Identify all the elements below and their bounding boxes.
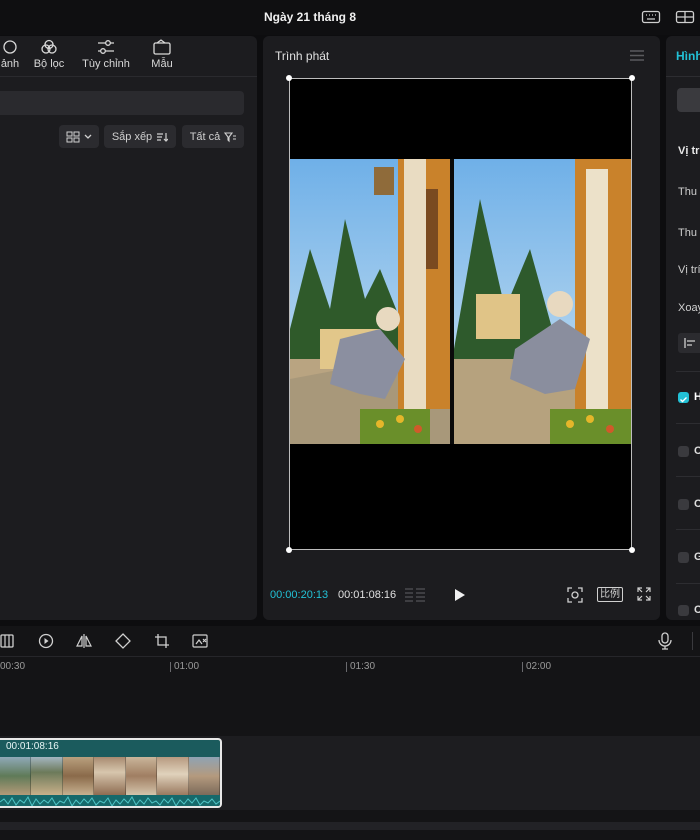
align-left-icon [684, 338, 695, 348]
position-label: Vị trí [678, 264, 700, 276]
video-frame-image [290, 159, 631, 444]
timeline-scrollbar[interactable] [0, 822, 700, 830]
fullscreen-icon[interactable] [637, 587, 651, 601]
audio-waveform [0, 795, 220, 806]
checkbox-label: C [694, 445, 700, 457]
preview-canvas[interactable] [286, 75, 635, 553]
filter-all-button[interactable]: Tất cả [182, 125, 244, 148]
video-clip[interactable]: 00:01:08:16 [0, 738, 222, 808]
checkbox-checked[interactable] [678, 392, 689, 403]
chevron-down-icon [84, 134, 92, 139]
tool-template-label: Mẫu [151, 58, 173, 70]
resize-handle[interactable] [629, 547, 635, 553]
template-icon [153, 39, 171, 55]
clip-thumbnail [188, 757, 220, 795]
tool-adjust[interactable]: Tùy chỉnh [78, 39, 134, 70]
microphone-icon[interactable] [658, 632, 672, 650]
check-icon [680, 397, 687, 403]
clip-thumbnail [125, 757, 158, 795]
ruler-label: 02:00 [526, 661, 552, 672]
menu-icon[interactable] [630, 50, 644, 61]
properties-panel: Hình Vị trí Thu Thu Vị trí Xoay H C C G … [666, 36, 700, 620]
divider [676, 583, 700, 584]
checkbox[interactable] [678, 552, 689, 563]
tab-image[interactable]: Hình [676, 49, 700, 63]
align-button[interactable] [678, 333, 700, 353]
tool-filter-label: Bộ lọc [33, 58, 65, 70]
divider [676, 371, 700, 372]
filter-circles-icon [41, 39, 57, 54]
resize-handle[interactable] [286, 75, 292, 81]
speed-icon[interactable] [38, 633, 54, 649]
filter-funnel-icon [224, 131, 237, 142]
crop-icon[interactable] [154, 633, 170, 649]
checkbox-label: H [694, 391, 700, 403]
divider [676, 476, 700, 477]
resize-handle[interactable] [286, 547, 292, 553]
timeline-toolbar [0, 626, 700, 656]
clip-thumbnail [31, 757, 63, 795]
ruler-tick [170, 662, 171, 672]
sliders-icon [98, 40, 114, 54]
preset-button[interactable] [677, 88, 700, 112]
sort-icon [157, 132, 169, 142]
checkbox[interactable] [678, 605, 689, 616]
search-input[interactable] [0, 91, 244, 115]
clip-thumbnail [0, 757, 32, 795]
title-bar: Ngày 21 tháng 8 [0, 0, 700, 35]
divider [666, 76, 700, 77]
media-toolbar: ảnh Bộ lọc Tùy chỉnh Mẫu [0, 36, 257, 77]
rotate-label: Xoay [678, 302, 700, 314]
divider [692, 632, 693, 650]
clip-thumbnail [94, 757, 126, 795]
tool-adjust-label: Tùy chỉnh [82, 58, 130, 70]
current-time: 00:00:20:13 [270, 589, 329, 601]
play-icon[interactable] [454, 588, 466, 602]
mirror-icon[interactable] [76, 633, 92, 649]
scale-label-2: Thu [678, 227, 697, 239]
adjust-image-icon [3, 40, 17, 54]
checkbox-label: C [694, 604, 700, 616]
clip-duration: 00:01:08:16 [6, 741, 59, 752]
view-toggle-button[interactable] [59, 125, 99, 148]
ruler-label: 01:30 [350, 661, 376, 672]
checkbox-label: G [694, 551, 700, 563]
checkbox-label: C [694, 498, 700, 510]
media-panel: ảnh Bộ lọc Tùy chỉnh Mẫu Sắp xếp Tất cả [0, 36, 257, 620]
window-title: Ngày 21 tháng 8 [263, 10, 357, 24]
resize-handle[interactable] [629, 75, 635, 81]
filter-all-label: Tất cả [189, 130, 221, 143]
sort-button[interactable]: Sắp xếp [104, 125, 176, 148]
grid-icon [66, 131, 80, 142]
divider [676, 529, 700, 530]
layout-icon[interactable] [675, 10, 695, 24]
fit-view-icon[interactable] [567, 587, 583, 603]
checkbox[interactable] [678, 446, 689, 457]
keyboard-icon[interactable] [641, 10, 661, 24]
rotate-icon[interactable] [115, 633, 131, 649]
sort-label: Sắp xếp [111, 130, 153, 143]
position-section-header: Vị trí [678, 145, 700, 157]
timeline-ruler[interactable]: 00:30 01:00 01:30 02:00 [0, 656, 700, 676]
clip-thumbnails [0, 757, 220, 795]
tool-filter[interactable]: Bộ lọc [27, 39, 71, 70]
clip-thumbnail [62, 757, 95, 795]
remove-background-icon[interactable] [192, 633, 210, 649]
ruler-label: 01:00 [174, 661, 200, 672]
player-title: Trình phát [275, 49, 330, 63]
ruler-tick [522, 662, 523, 672]
ruler-label: 00:30 [0, 661, 26, 672]
scale-label: Thu [678, 186, 697, 198]
ruler-tick [346, 662, 347, 672]
freeze-frame-icon[interactable] [0, 634, 14, 648]
aspect-ratio-button[interactable]: 比例 [597, 587, 623, 602]
clip-thumbnail [157, 757, 189, 795]
tool-template[interactable]: Mẫu [142, 39, 182, 70]
divider [676, 423, 700, 424]
total-time: 00:01:08:16 [338, 589, 397, 601]
timecode-list-icon[interactable] [404, 587, 426, 602]
player-panel: Trình phát 00:00:20:13 00:01:08:16 比例 [263, 36, 660, 620]
checkbox[interactable] [678, 499, 689, 510]
